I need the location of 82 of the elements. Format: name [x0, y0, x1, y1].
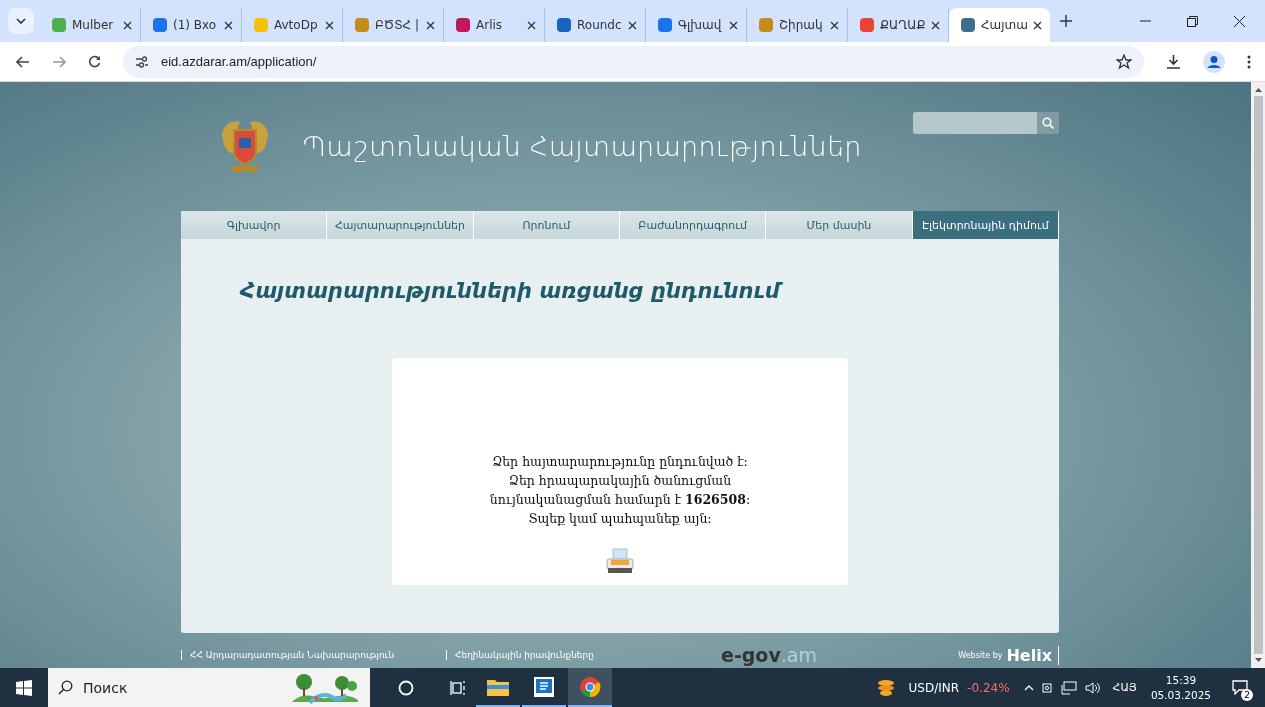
- tab-title: ՔԱՂԱՔ: [880, 18, 925, 32]
- tab-title: Roundc: [577, 18, 622, 32]
- close-icon[interactable]: [1234, 15, 1245, 27]
- nav-tab[interactable]: Հայտարարություններ: [327, 211, 474, 239]
- address-bar[interactable]: eid.azdarar.am/application/: [123, 45, 1144, 78]
- site-icon: [860, 18, 874, 32]
- tab-title: AvtoDp: [274, 18, 319, 32]
- site-icon: [52, 18, 66, 32]
- profile-icon[interactable]: [1203, 50, 1225, 73]
- scroll-up-icon[interactable]: [1254, 88, 1262, 92]
- ticker-change: -0.24%: [967, 680, 1010, 695]
- credit-label: Website by: [958, 650, 1003, 660]
- camera-icon[interactable]: [1041, 680, 1053, 695]
- ticker-symbol[interactable]: USD/INR: [908, 680, 960, 695]
- chevron-down-icon: [16, 18, 26, 24]
- page-heading: Հայտարարությունների առցանց ընդունում: [240, 279, 1059, 303]
- cortana-icon[interactable]: [398, 679, 414, 696]
- site-icon: [557, 18, 571, 32]
- clock-date: 05.03.2025: [1150, 687, 1211, 703]
- site-icon: [759, 18, 773, 32]
- scrollbar[interactable]: [1251, 82, 1265, 668]
- egov-logo[interactable]: e-gov.am: [721, 643, 817, 667]
- site-icon: [961, 18, 975, 32]
- scroll-thumb[interactable]: [1253, 96, 1263, 654]
- tab-title: Arlis: [476, 18, 504, 32]
- close-icon[interactable]: [1033, 20, 1042, 30]
- search-icon[interactable]: [1042, 117, 1054, 129]
- nav-tab[interactable]: Էլեկտրոնային դիմում: [912, 211, 1059, 239]
- close-icon[interactable]: [628, 20, 637, 30]
- network-icon[interactable]: [1060, 680, 1077, 695]
- search-icon: [58, 680, 73, 695]
- speaker-icon[interactable]: [1084, 680, 1101, 695]
- site-icon: [355, 18, 369, 32]
- chevron-up-icon[interactable]: [1023, 684, 1034, 691]
- site-icon: [456, 18, 470, 32]
- tab-title: Գլխավ: [678, 18, 723, 32]
- site-settings-icon[interactable]: [135, 55, 149, 68]
- close-icon[interactable]: [224, 20, 233, 30]
- close-icon[interactable]: [729, 20, 738, 30]
- tab-title: ԲԾՏՀ |: [375, 18, 420, 32]
- tab-title: Mulber: [72, 18, 115, 32]
- nav-tab[interactable]: Գլխավոր: [181, 211, 328, 239]
- new-tab-icon[interactable]: [1060, 15, 1072, 27]
- site-title: Պաշտոնական Հայտարարություններ: [302, 131, 862, 162]
- restore-icon[interactable]: [1187, 15, 1198, 27]
- task-view-icon[interactable]: [450, 679, 466, 696]
- back-icon[interactable]: [16, 55, 30, 68]
- tab-title: Շիրակ: [779, 18, 824, 32]
- site-icon: [254, 18, 268, 32]
- windows-icon: [16, 679, 32, 696]
- taskbar-search-field[interactable]: Поиск: [48, 668, 370, 707]
- close-icon[interactable]: [426, 20, 435, 30]
- language-indicator[interactable]: ՀԱՅ: [1112, 681, 1137, 694]
- close-icon[interactable]: [325, 20, 334, 30]
- reload-icon[interactable]: [88, 55, 101, 68]
- tab-title: Հայտա: [981, 18, 1027, 32]
- confirmation-message: Ձեր հայտարարությունը ընդունված է: Ձեր հրապարակային ծանուցման նույնականացման համարն է 1626508: Տպեք կամ պահպանեք այն:: [489, 453, 751, 528]
- menu-icon[interactable]: [1247, 54, 1251, 69]
- tab-search-button[interactable]: [8, 8, 34, 34]
- chrome-icon[interactable]: [568, 668, 612, 707]
- nav-tab[interactable]: Մեր մասին: [766, 211, 913, 239]
- download-icon[interactable]: [1166, 54, 1181, 69]
- clock-time: 15:39: [1165, 672, 1197, 688]
- nav-tab[interactable]: Բաժանորդագրում: [620, 211, 767, 239]
- nav-tab[interactable]: Որոնում: [473, 211, 620, 239]
- bookmark-star-icon[interactable]: [1116, 53, 1132, 70]
- site-icon: [658, 18, 672, 32]
- search-field[interactable]: [913, 112, 1059, 134]
- tab-title: (1) Bxo: [173, 18, 218, 32]
- close-icon[interactable]: [830, 20, 839, 30]
- coins-icon: [876, 678, 895, 697]
- notification-button[interactable]: 2: [1225, 672, 1255, 703]
- printer-icon[interactable]: [605, 548, 635, 574]
- browser-tab[interactable]: Հայտա: [949, 8, 1050, 42]
- notification-count: 2: [1241, 688, 1253, 701]
- close-icon[interactable]: [123, 20, 132, 30]
- close-icon[interactable]: [527, 20, 536, 30]
- site-icon: [153, 18, 167, 32]
- scroll-down-icon[interactable]: [1254, 658, 1262, 662]
- forward-icon[interactable]: [52, 55, 66, 68]
- close-icon[interactable]: [931, 20, 940, 30]
- landscape-drawing: [290, 671, 360, 704]
